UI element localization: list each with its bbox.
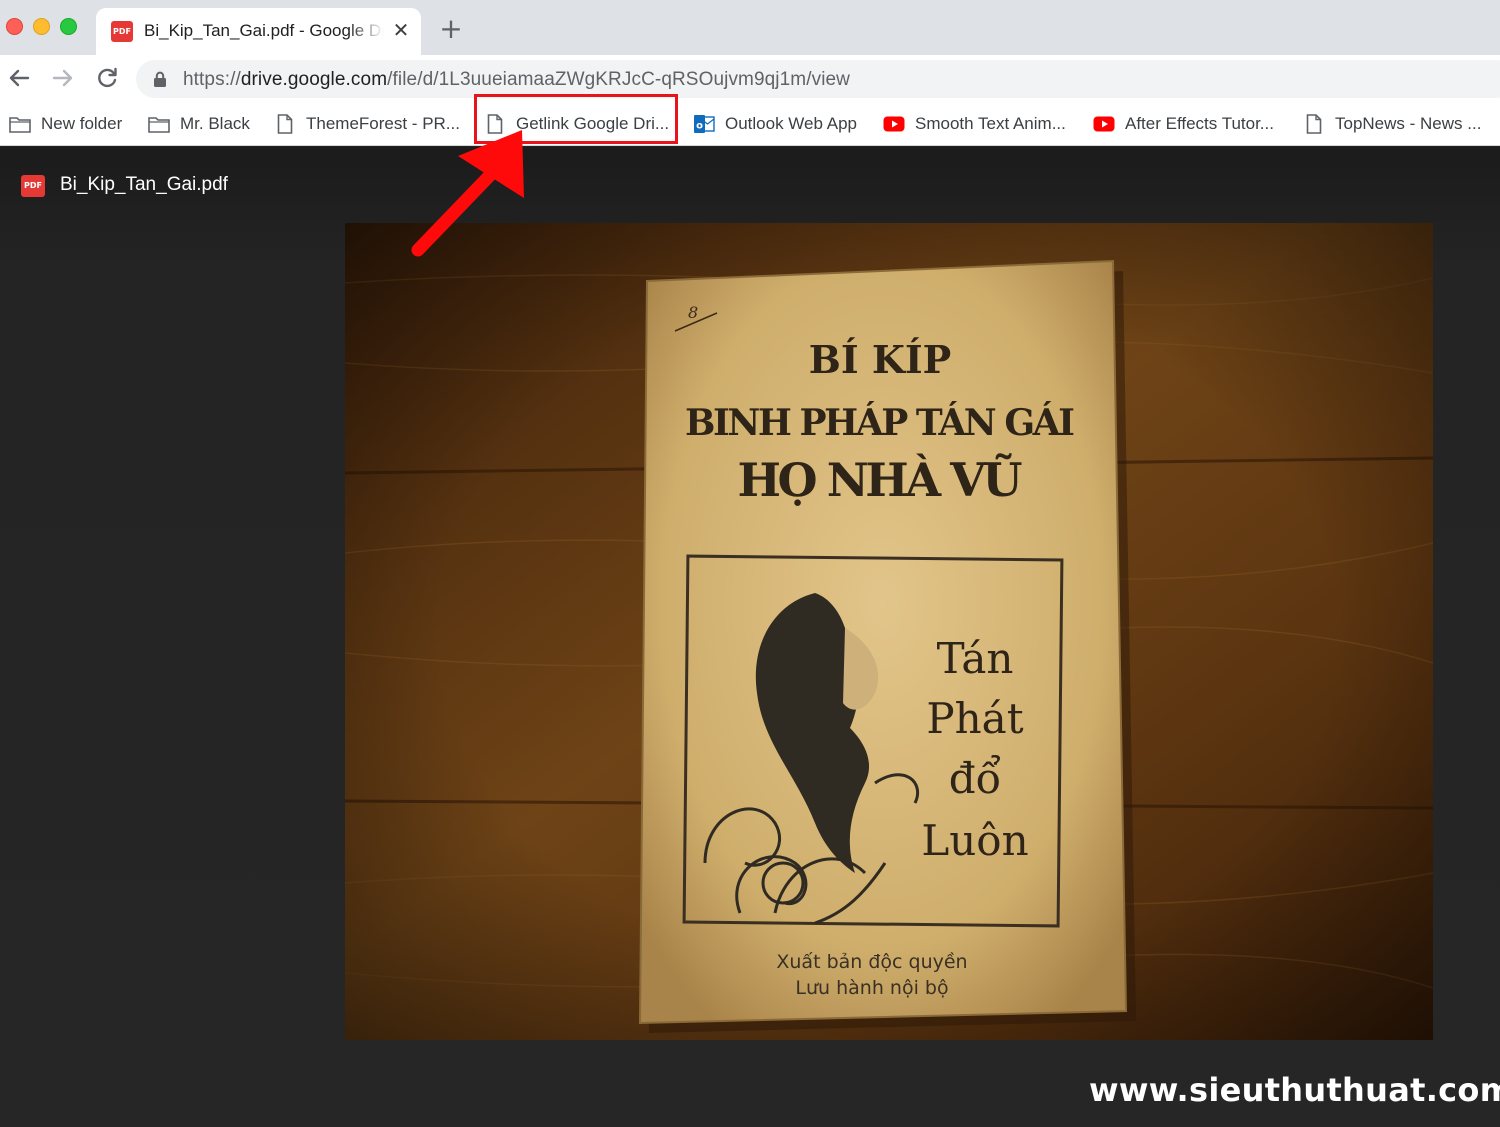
bookmark-label: Outlook Web App [725, 114, 857, 133]
red-arrow-icon [411, 130, 524, 257]
url-path: /file/d/1L3uueiamaaZWgKRJcC-qRSOujvm9qj1… [387, 69, 851, 90]
browser-toolbar: https://drive.google.com/file/d/1L3uueia… [0, 55, 1500, 102]
bookmark-label: Mr. Black [180, 114, 250, 133]
address-bar[interactable]: https://drive.google.com/file/d/1L3uueia… [136, 60, 1500, 98]
watermark: www.sieuthuthuat.com [1089, 1071, 1500, 1109]
url-host: drive.google.com [240, 69, 388, 90]
active-tab[interactable]: PDF Bi_Kip_Tan_Gai.pdf - Google Drive ✕ [96, 8, 421, 55]
bookmark-label: New folder [41, 114, 123, 133]
bookmark-new-folder[interactable]: New folder [8, 102, 122, 146]
book-footer-line2: Lưu hành nội bộ [795, 977, 948, 999]
pdf-icon: PDF [111, 21, 133, 42]
close-window-button[interactable] [6, 18, 23, 35]
zoom-window-button[interactable] [60, 18, 77, 35]
tab-strip: PDF Bi_Kip_Tan_Gai.pdf - Google Drive ✕ … [0, 0, 1500, 55]
book-footer-line1: Xuất bản độc quyền [776, 951, 967, 973]
tab-title: Bi_Kip_Tan_Gai.pdf - Google Drive [144, 21, 384, 40]
outlook-icon: o [692, 114, 716, 134]
book-title-line2: BINH PHÁP TÁN GÁI [685, 402, 1075, 444]
page-icon [273, 114, 297, 134]
forward-button[interactable] [48, 63, 78, 93]
file-name: Bi_Kip_Tan_Gai.pdf [60, 174, 228, 195]
back-button[interactable] [4, 63, 34, 93]
folder-icon [147, 114, 171, 134]
minimize-window-button[interactable] [33, 18, 50, 35]
book-side-line3: đổ [949, 754, 1002, 803]
reload-button[interactable] [92, 63, 122, 93]
bookmark-label: After Effects Tutor... [1125, 114, 1274, 133]
book-cover: 8 BÍ KÍP BINH PHÁP TÁN GÁI HỌ NHÀ VŨ Tán… [638, 259, 1136, 1033]
youtube-icon [882, 114, 906, 134]
book-side-line2: Phát [926, 694, 1023, 743]
bookmarks-bar: New folder Mr. Black ThemeForest - PR...… [0, 102, 1500, 146]
arrow-left-icon [9, 69, 30, 87]
svg-text:o: o [696, 121, 703, 132]
new-tab-button[interactable]: + [436, 14, 466, 44]
url-scheme: https:// [183, 69, 241, 90]
book-title-line3: HỌ NHÀ VŨ [738, 452, 1023, 507]
bookmark-after-effects-tutor[interactable]: After Effects Tutor... [1092, 102, 1274, 146]
pdf-viewer: PDF Bi_Kip_Tan_Gai.pdf 8 BÍ KÍP BINH PHÁ… [0, 147, 1500, 1127]
close-tab-button[interactable]: ✕ [388, 18, 414, 44]
bookmark-outlook-web-app[interactable]: o Outlook Web App [692, 102, 857, 146]
document-image: 8 BÍ KÍP BINH PHÁP TÁN GÁI HỌ NHÀ VŨ Tán… [345, 223, 1433, 1040]
folder-icon [8, 114, 32, 134]
youtube-icon [1092, 114, 1116, 134]
pdf-icon: PDF [21, 175, 45, 197]
url-text: https://drive.google.com/file/d/1L3uueia… [183, 69, 850, 91]
bookmark-label: Smooth Text Anim... [915, 114, 1066, 133]
reload-icon [98, 67, 117, 88]
book-title-line1: BÍ KÍP [809, 337, 952, 382]
lock-icon[interactable] [153, 71, 167, 87]
book-side-line4: Luôn [921, 816, 1028, 865]
bookmark-label: TopNews - News ... [1335, 114, 1482, 133]
bookmark-mr-black[interactable]: Mr. Black [147, 102, 250, 146]
bookmark-smooth-text-anim[interactable]: Smooth Text Anim... [882, 102, 1066, 146]
bookmark-topnews[interactable]: TopNews - News ... [1302, 102, 1481, 146]
book-side-line1: Tán [937, 634, 1014, 683]
arrow-right-icon [52, 69, 73, 87]
page-icon [1302, 114, 1326, 134]
book-corner-mark: 8 [688, 303, 698, 322]
